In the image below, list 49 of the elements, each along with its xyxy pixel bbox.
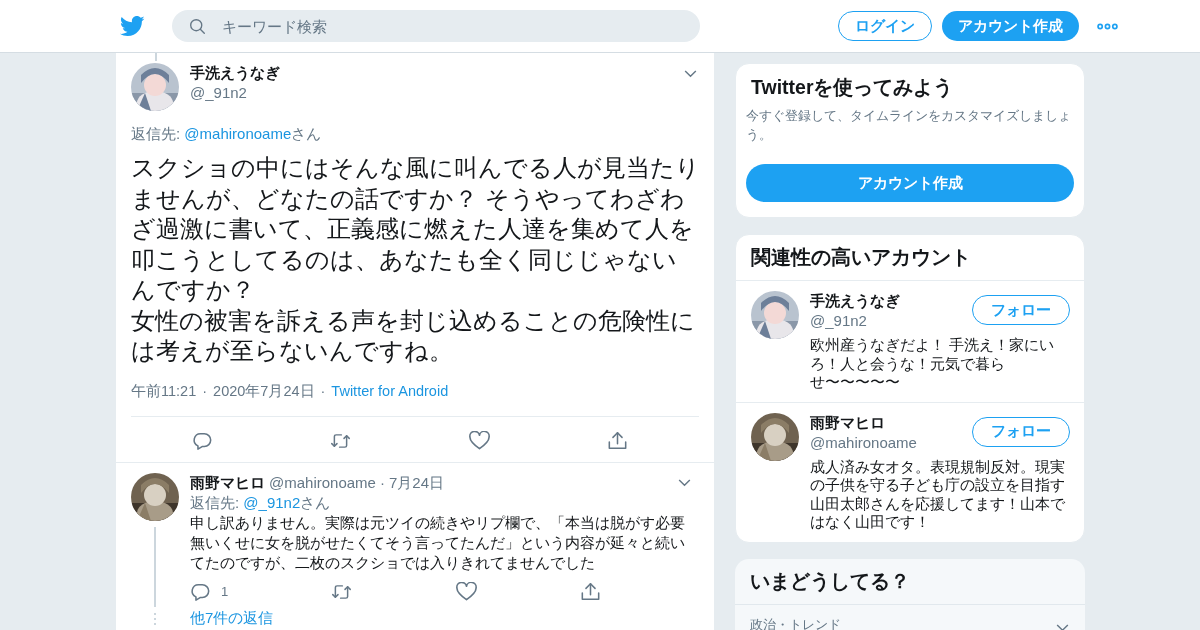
- tweet-text: 女性の被害を訴える声を封じ込めることの危険性には考えが至らないんですね。: [131, 306, 696, 366]
- author-name[interactable]: 雨野マヒロ: [190, 472, 265, 493]
- search-icon: [189, 18, 206, 35]
- share-icon[interactable]: [607, 430, 628, 451]
- trend-context: 政治・トレンド: [750, 615, 841, 630]
- account-bio: 成人済み女オタ。表現規制反対。現実の子供を守る子ども庁の設立を目指す山田太郎さんを応援してます！山本ではなく山田です！: [810, 457, 1066, 532]
- author-handle[interactable]: @mahironoame: [269, 472, 376, 493]
- chevron-down-icon[interactable]: [684, 70, 697, 78]
- search-field[interactable]: キーワード検索: [172, 10, 700, 42]
- author-handle[interactable]: @_91n2: [190, 83, 673, 103]
- mention-link[interactable]: @_91n2: [243, 493, 301, 511]
- tweet-time: 午前11:21: [131, 381, 197, 401]
- author-name[interactable]: 手洗えうなぎ: [190, 63, 673, 83]
- card-title: 関連性の高いアカウント: [736, 235, 1084, 281]
- heart-icon[interactable]: [468, 430, 490, 451]
- sign-up-button[interactable]: アカウント作成: [942, 11, 1079, 41]
- separator-dot: ·: [379, 472, 385, 493]
- login-button[interactable]: ログイン: [838, 11, 932, 41]
- reply-text: 申し訳ありません。実際は元ツイの続きやリプ欄で、「本当は脱がす必要無いくせに女を脱がせたくてそう言ってたんだ」という内容が延々と続いてたのですが、二枚のスクショでは入りきれてませんでした: [190, 513, 686, 573]
- share-icon[interactable]: [580, 581, 601, 602]
- account-name[interactable]: 雨野マヒロ: [810, 412, 972, 433]
- mention-link[interactable]: @mahironoame: [184, 125, 292, 142]
- follow-button[interactable]: フォロー: [972, 416, 1070, 447]
- more-icon[interactable]: [1097, 22, 1118, 30]
- card-title: Twitterを使ってみよう: [750, 75, 955, 100]
- chevron-down-icon[interactable]: [678, 478, 691, 487]
- account-bio: 欧州産うなぎだよ！ 手洗え！家にいろ！人と会うな！元気で暮らせ〜〜〜〜〜: [810, 336, 1056, 392]
- card-title: いまどうしてる？: [735, 558, 1085, 605]
- reply-date: 7月24日: [388, 472, 444, 493]
- chevron-down-icon[interactable]: [1056, 624, 1069, 630]
- account-handle[interactable]: @mahironoame: [810, 432, 972, 453]
- tweet-date: 2020年7月24日: [213, 381, 315, 401]
- tweet-text: スクショの中にはそんな風に叫んでる人が見当たりませんが、どなたの話ですか？ そうやってわざわざ過激に書いて、正義感に燃えた人達を集めて人を叩こうとしてるのは、あなたも全く同じじゃないんですか？: [131, 154, 701, 305]
- bird-logo-icon[interactable]: [120, 15, 145, 37]
- separator-dot: ·: [320, 381, 326, 401]
- source-link[interactable]: Twitter for Android: [331, 380, 449, 401]
- follow-button[interactable]: フォロー: [972, 295, 1070, 325]
- account-handle[interactable]: @_91n2: [810, 311, 972, 331]
- heart-icon[interactable]: [455, 581, 477, 602]
- more-replies-link[interactable]: 他7件の返信: [190, 607, 699, 628]
- separator-dot: ·: [202, 381, 208, 401]
- reply-to-line: 返信先: @_91n2さん: [190, 492, 332, 513]
- account-name[interactable]: 手洗えうなぎ: [810, 291, 972, 311]
- reply-count: 1: [221, 584, 229, 599]
- reply-icon[interactable]: [190, 581, 211, 602]
- sign-up-button[interactable]: アカウント作成: [746, 164, 1074, 202]
- card-text: 今すぐ登録して、タイムラインをカスタマイズしましょう。: [746, 107, 1072, 144]
- reply-to-line: 返信先: @mahironoameさん: [131, 124, 323, 144]
- reply-icon[interactable]: [192, 430, 213, 451]
